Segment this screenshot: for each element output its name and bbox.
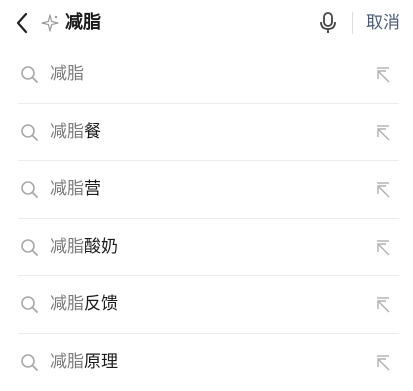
- suggestion-label: 减脂餐: [50, 118, 101, 146]
- search-icon: [20, 295, 39, 314]
- arrow-up-left-icon[interactable]: [374, 66, 392, 84]
- suggestion-item[interactable]: 减脂原理: [0, 334, 413, 391]
- search-header: 减脂 取消: [0, 0, 413, 46]
- sparkle-icon: [40, 13, 60, 33]
- suggestion-item[interactable]: 减脂酸奶: [0, 219, 413, 277]
- search-icon: [20, 65, 39, 84]
- search-icon: [20, 238, 39, 257]
- suggestion-item[interactable]: 减脂餐: [0, 104, 413, 162]
- header-divider: [352, 12, 353, 34]
- arrow-up-left-icon[interactable]: [374, 124, 392, 142]
- cancel-button[interactable]: 取消: [366, 11, 400, 35]
- suggestion-label: 减脂反馈: [50, 290, 118, 318]
- search-icon: [20, 353, 39, 372]
- suggestion-label: 减脂营: [50, 175, 101, 203]
- search-icon: [20, 180, 39, 199]
- suggestion-label: 减脂: [50, 60, 84, 88]
- arrow-up-left-icon[interactable]: [374, 239, 392, 257]
- back-chevron-icon[interactable]: [12, 11, 32, 35]
- arrow-up-left-icon[interactable]: [374, 354, 392, 372]
- arrow-up-left-icon[interactable]: [374, 296, 392, 314]
- search-icon: [20, 123, 39, 142]
- search-input[interactable]: 减脂: [65, 10, 101, 36]
- suggestion-item[interactable]: 减脂营: [0, 161, 413, 219]
- suggestion-label: 减脂酸奶: [50, 233, 118, 261]
- microphone-icon[interactable]: [318, 11, 338, 35]
- suggestion-item[interactable]: 减脂反馈: [0, 276, 413, 334]
- suggestion-label: 减脂原理: [50, 348, 118, 376]
- suggestion-item[interactable]: 减脂: [0, 46, 413, 104]
- suggestion-list: 减脂 减脂餐 减脂营 减脂酸奶 减脂反馈: [0, 46, 413, 391]
- arrow-up-left-icon[interactable]: [374, 181, 392, 199]
